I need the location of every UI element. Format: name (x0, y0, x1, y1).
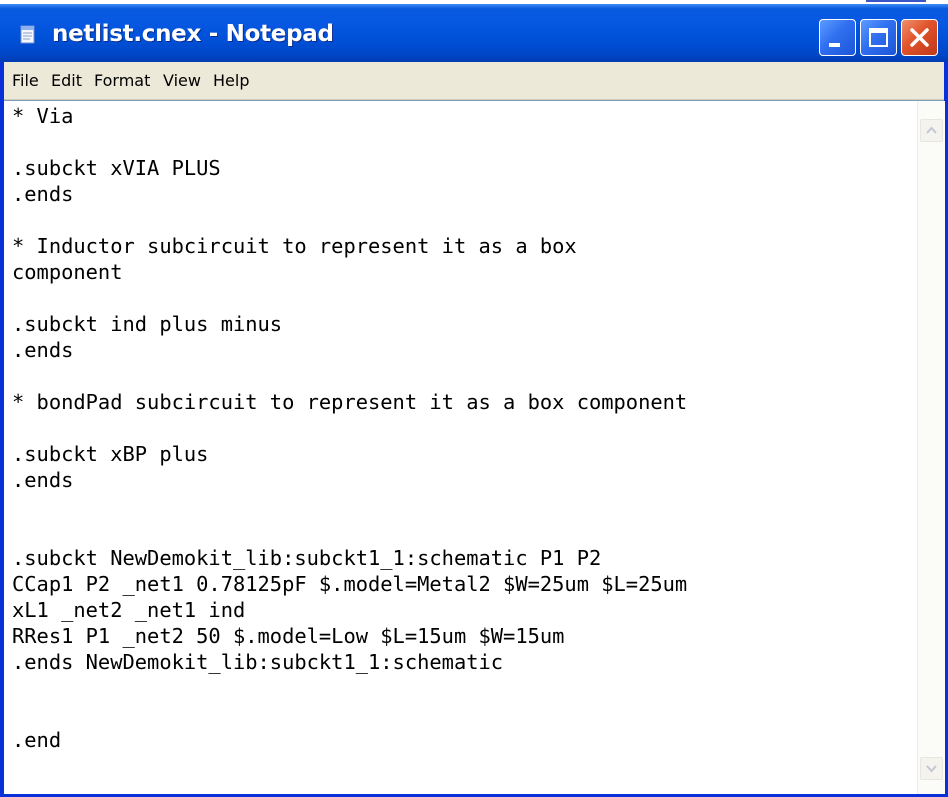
arrow-down-icon (926, 765, 937, 773)
minimize-button[interactable] (819, 19, 856, 56)
notepad-icon[interactable] (18, 25, 38, 45)
scroll-up-button[interactable] (920, 119, 943, 142)
menu-help[interactable]: Help (213, 71, 249, 90)
menu-bar: File Edit Format View Help (4, 62, 944, 100)
window-title: netlist.cnex - Notepad (52, 21, 334, 47)
background-link-fragment (866, 0, 926, 2)
close-icon (910, 28, 929, 47)
title-bar[interactable]: netlist.cnex - Notepad (0, 4, 948, 62)
menu-view[interactable]: View (163, 71, 201, 90)
notepad-window: netlist.cnex - Notepad File Edit Format … (0, 4, 948, 797)
close-button[interactable] (901, 19, 938, 56)
minimize-icon (829, 43, 840, 47)
scroll-down-button[interactable] (920, 757, 943, 780)
window-client-area: File Edit Format View Help * Via .subckt… (4, 62, 945, 794)
text-editor[interactable]: * Via .subckt xVIA PLUS .ends * Inductor… (4, 100, 945, 794)
maximize-button[interactable] (860, 19, 897, 56)
menu-edit[interactable]: Edit (51, 71, 82, 90)
maximize-icon (869, 28, 888, 47)
menu-file[interactable]: File (12, 71, 39, 90)
vertical-scrollbar[interactable] (917, 101, 945, 794)
document-text[interactable]: * Via .subckt xVIA PLUS .ends * Inductor… (12, 103, 914, 789)
arrow-up-icon (926, 126, 937, 134)
menu-format[interactable]: Format (94, 71, 150, 90)
